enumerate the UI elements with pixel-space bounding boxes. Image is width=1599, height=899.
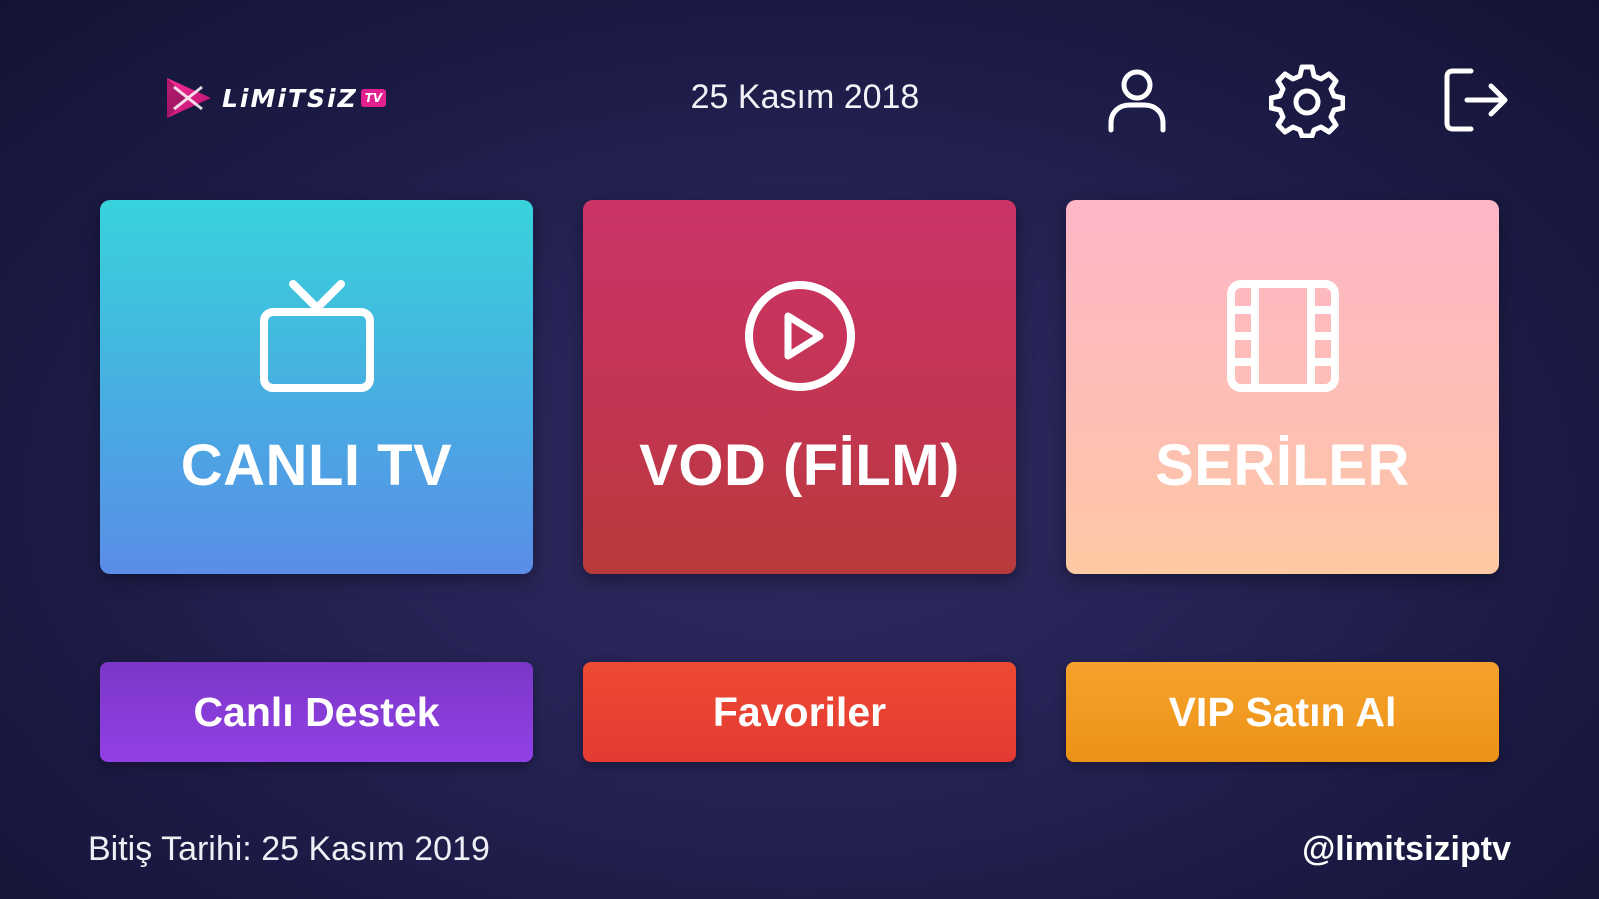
tile-label: CANLI TV — [180, 433, 453, 498]
logout-button[interactable] — [1437, 64, 1517, 136]
profile-button[interactable] — [1097, 64, 1177, 136]
play-circle-icon — [744, 281, 855, 391]
live-support-button[interactable]: Canlı Destek — [100, 662, 533, 762]
tile-series[interactable]: SERİLER — [1066, 200, 1499, 574]
app-logo: LiMiTSiZ TV — [164, 72, 414, 124]
film-strip-icon — [1226, 280, 1339, 392]
user-icon — [1108, 69, 1166, 133]
logout-icon — [1444, 68, 1508, 132]
gear-icon — [1269, 64, 1345, 138]
expiry-date: Bitiş Tarihi: 25 Kasım 2019 — [88, 830, 490, 868]
vip-purchase-button[interactable]: VIP Satın Al — [1066, 662, 1499, 762]
favorites-button[interactable]: Favoriler — [583, 662, 1016, 762]
current-date: 25 Kasım 2018 — [690, 78, 920, 116]
settings-button[interactable] — [1267, 64, 1347, 138]
tile-label: VOD (FİLM) — [639, 433, 960, 498]
logo-badge: TV — [360, 89, 387, 107]
tile-label: SERİLER — [1155, 433, 1410, 498]
tile-live-tv[interactable]: CANLI TV — [100, 200, 533, 574]
logo-text: LiMiTSiZ — [222, 83, 358, 113]
social-handle: @limitsiziptv — [1302, 830, 1511, 868]
tv-icon — [259, 280, 374, 392]
tile-vod[interactable]: VOD (FİLM) — [583, 200, 1016, 574]
logo-mark-icon — [167, 78, 211, 118]
